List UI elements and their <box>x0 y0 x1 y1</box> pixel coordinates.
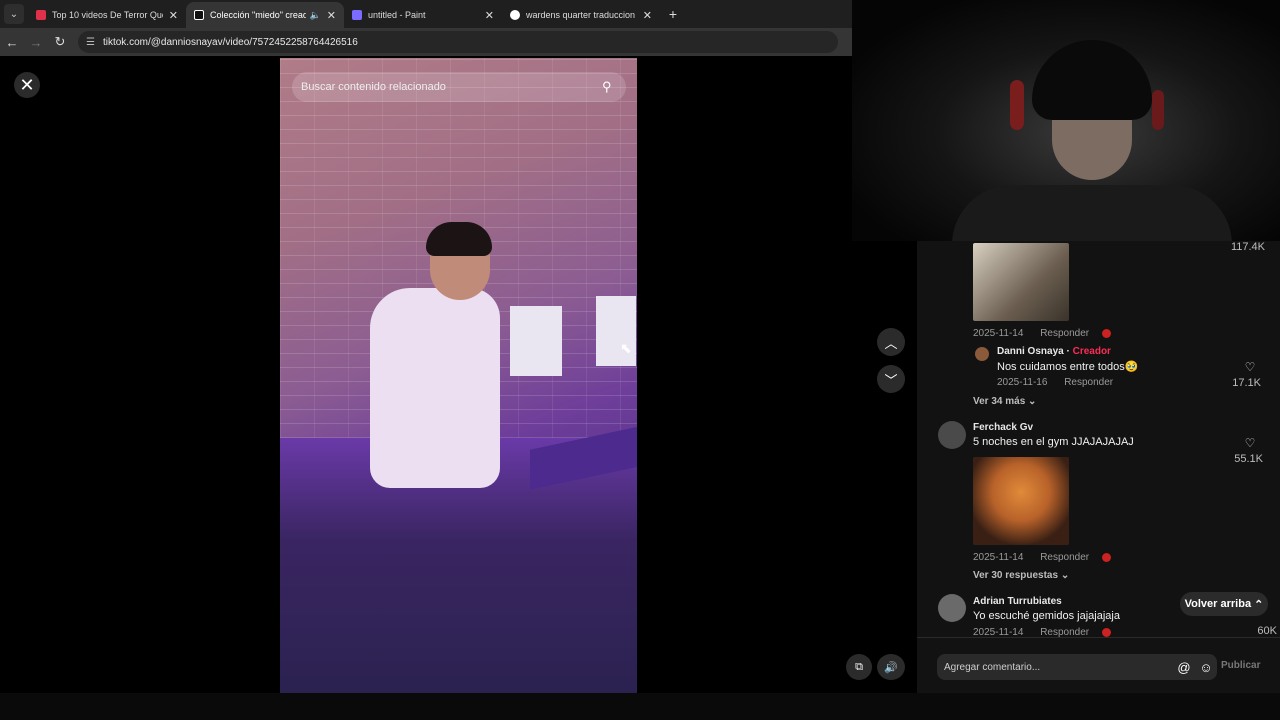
close-tab-icon[interactable]: ✕ <box>327 9 336 22</box>
bottom-strip <box>0 693 1280 720</box>
address-toolbar: ← → ↻ ☰ tiktok.com/@danniosnayav/video/7… <box>0 28 852 56</box>
name-separator: · <box>1063 346 1073 357</box>
comment-date: 2025-11-14 <box>973 552 1024 563</box>
chevron-down-icon: ⌄ <box>1060 570 1070 581</box>
like-count: 17.1K <box>1232 377 1261 389</box>
tab-search-button[interactable]: ⌄ <box>4 4 24 24</box>
google-icon <box>510 10 520 20</box>
comment-text: 5 noches en el gym JJAJAJAJAJ <box>973 436 1134 448</box>
volume-button[interactable]: 🔊 <box>877 654 905 680</box>
next-video-button[interactable]: ﹀ <box>877 365 905 393</box>
reply-text: Nos cuidamos entre todos🥹 <box>997 361 1139 373</box>
avatar[interactable] <box>975 347 989 361</box>
video-person <box>350 222 500 548</box>
search-placeholder: Buscar contenido relacionado <box>301 81 446 93</box>
tab-title: wardens quarter traduccion - B <box>526 10 637 20</box>
chevron-up-icon: ⌃ <box>1254 598 1264 611</box>
comment-date: 2025-11-14 <box>973 627 1024 637</box>
creator-label: Creador <box>1072 346 1111 357</box>
paint-icon <box>352 10 362 20</box>
like-count: 55.1K <box>1234 453 1263 465</box>
picture-in-picture-button[interactable]: ⧉ <box>846 654 872 680</box>
like-count: 60K <box>1257 625 1277 637</box>
reply-meta: 2025-11-16 Responder <box>997 377 1113 388</box>
comment-meta: 2025-11-14 Responder <box>973 552 1111 563</box>
person-shirt <box>370 288 500 488</box>
tab-title: untitled - Paint <box>368 10 426 20</box>
search-icon[interactable]: ⚲ <box>602 79 626 95</box>
reply-button[interactable]: Responder <box>1040 328 1089 339</box>
reply-author-name: Danni Osnaya <box>997 346 1064 357</box>
back-to-top-label: Volver arriba <box>1184 598 1252 610</box>
heart-icon[interactable]: ♡ <box>1240 436 1260 450</box>
comment-image-cat[interactable] <box>973 243 1069 321</box>
creator-liked-icon <box>1101 627 1111 637</box>
comment-input[interactable]: Agregar comentario... @ ☺ <box>937 654 1217 680</box>
url-field[interactable]: ☰ tiktok.com/@danniosnayav/video/7572452… <box>78 31 838 53</box>
view-more-replies[interactable]: Ver 34 más ⌄ <box>973 396 1036 407</box>
comments-panel: 117.4K 2025-11-14 Responder Danni Osnaya… <box>917 241 1280 637</box>
emoji-icon[interactable]: ☺ <box>1195 660 1217 675</box>
view-replies[interactable]: Ver 30 respuestas ⌄ <box>973 570 1069 581</box>
tab-2[interactable]: untitled - Paint ✕ <box>344 2 502 28</box>
avatar[interactable] <box>938 421 966 449</box>
creator-liked-icon <box>1101 328 1111 338</box>
view-replies-label: Ver 30 respuestas <box>973 570 1059 581</box>
like-count: 117.4K <box>1230 241 1265 253</box>
webcam-overlay <box>852 0 1280 241</box>
tab-1[interactable]: Colección "miedo" creada p 🔈 ✕ <box>186 2 344 28</box>
comment-date: 2025-11-14 <box>973 328 1024 339</box>
headset <box>1152 90 1164 130</box>
site-info-icon[interactable]: ☰ <box>86 37 95 48</box>
comment-composer: Agregar comentario... @ ☺ Publicar <box>917 637 1280 693</box>
close-tab-icon[interactable]: ✕ <box>643 9 652 22</box>
reply-button[interactable]: Responder <box>1064 377 1113 388</box>
back-icon[interactable]: ← <box>0 35 24 50</box>
wall-notice <box>510 306 562 376</box>
heart-icon[interactable]: ♡ <box>1240 360 1260 374</box>
reply-button[interactable]: Responder <box>1040 627 1089 637</box>
tiktok-icon <box>194 10 204 20</box>
person-hair <box>426 222 492 256</box>
avatar[interactable] <box>938 594 966 622</box>
browser-tab-strip: ⌄ Top 10 videos De Terror Que N ✕ Colecc… <box>0 0 852 28</box>
speaker-icon[interactable]: 🔈 <box>310 10 321 21</box>
reply-date: 2025-11-16 <box>997 377 1048 388</box>
close-tab-icon[interactable]: ✕ <box>169 9 178 22</box>
comment-meta: 2025-11-14 Responder <box>973 328 1111 339</box>
headset <box>1010 80 1024 130</box>
tab-3[interactable]: wardens quarter traduccion - B ✕ <box>502 2 660 28</box>
related-search-input[interactable]: Buscar contenido relacionado ⚲ <box>292 72 626 102</box>
url-text: tiktok.com/@danniosnayav/video/757245225… <box>102 36 358 48</box>
comment-text: Yo escuché gemidos jajajajaja <box>973 610 1120 622</box>
chevron-down-icon: ⌄ <box>1028 396 1037 407</box>
back-to-top-button[interactable]: Volver arriba ⌃ <box>1180 592 1268 616</box>
comment-author[interactable]: Adrian Turrubiates <box>973 596 1062 607</box>
comment-placeholder: Agregar comentario... <box>944 661 1041 673</box>
forward-icon[interactable]: → <box>24 35 48 50</box>
cam-body <box>952 185 1232 241</box>
tab-0[interactable]: Top 10 videos De Terror Que N ✕ <box>28 2 186 28</box>
mention-icon[interactable]: @ <box>1173 660 1195 675</box>
comment-image-cat[interactable] <box>973 457 1069 545</box>
view-more-label: Ver 34 más <box>973 396 1026 407</box>
comment-meta: 2025-11-14 Responder <box>973 627 1111 637</box>
mouse-cursor-icon: ⬉ <box>620 340 632 356</box>
tab-title: Colección "miedo" creada p <box>210 10 306 20</box>
reload-icon[interactable]: ↻ <box>48 34 72 50</box>
reply-author[interactable]: Danni Osnaya · Creador <box>997 346 1111 357</box>
video-player[interactable]: Buscar contenido relacionado ⚲ ⬉ <box>280 58 637 693</box>
close-icon[interactable]: ✕ <box>14 72 40 98</box>
post-button[interactable]: Publicar <box>1221 660 1260 671</box>
comment-author[interactable]: Ferchack Gv <box>973 422 1033 433</box>
close-tab-icon[interactable]: ✕ <box>485 9 494 22</box>
tab-title: Top 10 videos De Terror Que N <box>52 10 163 20</box>
youtube-icon <box>36 10 46 20</box>
creator-liked-icon <box>1101 552 1111 562</box>
cam-hair <box>1032 40 1152 120</box>
reply-button[interactable]: Responder <box>1040 552 1089 563</box>
previous-video-button[interactable]: ︿ <box>877 328 905 356</box>
new-tab-button[interactable]: + <box>664 6 682 22</box>
